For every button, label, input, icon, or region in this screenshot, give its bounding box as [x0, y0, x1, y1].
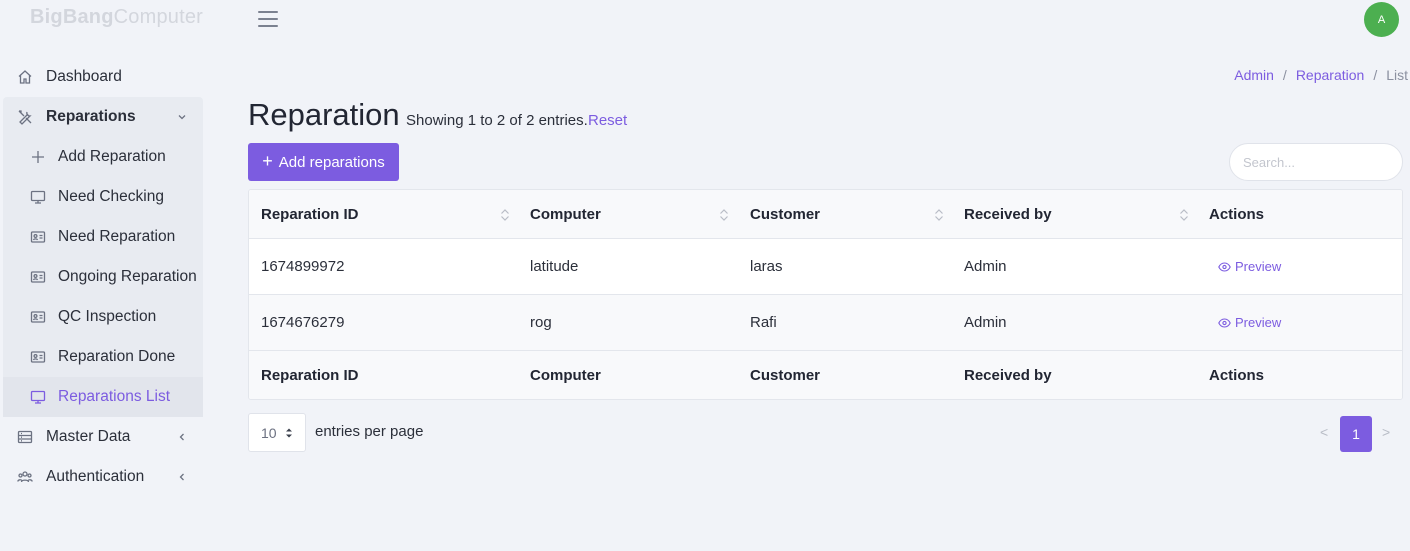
column-header-customer[interactable]: Customer — [750, 190, 820, 238]
tools-icon — [18, 110, 32, 125]
preview-label: Preview — [1235, 315, 1282, 330]
sidebar-item-reparations-list[interactable]: Reparations List — [3, 377, 203, 417]
per-page-value: 10 — [261, 424, 277, 441]
monitor-icon — [30, 190, 46, 204]
per-page-select[interactable]: 10 — [248, 413, 306, 452]
menu-toggle-icon[interactable] — [258, 11, 278, 27]
footer-customer: Customer — [750, 367, 821, 384]
footer-computer: Computer — [530, 367, 601, 384]
eye-icon — [1218, 261, 1231, 272]
plus-icon: + — [262, 151, 273, 171]
sidebar-item-label: Reparation Done — [58, 348, 176, 365]
sidebar-item-label: Need Reparation — [58, 228, 176, 245]
table-footer-row: Reparation ID Computer Customer Received… — [249, 351, 1402, 399]
sidebar-item-label: Reparations — [46, 108, 136, 125]
sidebar-item-authentication[interactable]: Authentication — [0, 457, 205, 497]
chevron-left-icon — [179, 433, 184, 441]
table-row: 1674676279 rog Rafi Admin Preview — [249, 295, 1402, 351]
id-card-icon — [30, 231, 46, 243]
plus-icon — [32, 151, 44, 163]
footer-received-by: Received by — [964, 367, 1052, 384]
sidebar-item-label: Need Checking — [58, 188, 164, 205]
per-page-label: entries per page — [315, 423, 424, 440]
breadcrumb-reparation[interactable]: Reparation — [1296, 67, 1365, 83]
sort-icon[interactable] — [1179, 208, 1189, 222]
sort-icon[interactable] — [934, 208, 944, 222]
preview-button[interactable]: Preview — [1218, 295, 1281, 350]
sidebar-item-reparation-done[interactable]: Reparation Done — [3, 337, 203, 377]
reset-link[interactable]: Reset — [588, 112, 627, 129]
table-row: 1674899972 latitude laras Admin Preview — [249, 239, 1402, 295]
sidebar-item-dashboard[interactable]: Dashboard — [0, 57, 205, 97]
users-icon — [17, 471, 33, 483]
cell-computer: latitude — [530, 258, 579, 275]
sidebar: Dashboard Reparations Add Reparation Nee… — [0, 57, 205, 497]
pagination-page-1[interactable]: 1 — [1340, 416, 1372, 452]
search-input[interactable] — [1229, 143, 1403, 181]
breadcrumb-admin[interactable]: Admin — [1234, 67, 1274, 83]
select-arrows-icon — [286, 428, 292, 438]
logo-rest-text: Computer — [113, 6, 204, 28]
preview-label: Preview — [1235, 259, 1282, 274]
column-header-actions: Actions — [1209, 205, 1265, 223]
sidebar-item-master-data[interactable]: Master Data — [0, 417, 205, 457]
reparations-table: Reparation ID Computer Customer Received… — [248, 189, 1403, 400]
cell-computer: rog — [530, 314, 552, 331]
chevron-down-icon — [178, 115, 186, 120]
sidebar-item-label: Ongoing Reparation — [58, 268, 197, 285]
id-card-icon — [30, 271, 46, 283]
entries-summary: Showing 1 to 2 of 2 entries. — [406, 112, 588, 129]
sidebar-item-ongoing-reparation[interactable]: Ongoing Reparation — [3, 257, 203, 297]
column-header-received-by[interactable]: Received by — [964, 190, 1052, 238]
pagination-next-button[interactable]: > — [1382, 424, 1390, 440]
sidebar-item-label: Master Data — [46, 428, 131, 445]
id-card-icon — [30, 311, 46, 323]
cell-customer: Rafi — [750, 314, 777, 331]
sidebar-item-qc-inspection[interactable]: QC Inspection — [3, 297, 203, 337]
add-reparations-label: Add reparations — [278, 153, 385, 171]
monitor-icon — [30, 390, 46, 404]
cell-reparation-id: 1674899972 — [261, 258, 345, 275]
sidebar-item-need-checking[interactable]: Need Checking — [3, 177, 203, 217]
app-logo[interactable]: BigBangComputer — [30, 6, 203, 29]
sidebar-item-need-reparation[interactable]: Need Reparation — [3, 217, 203, 257]
cell-customer: laras — [750, 258, 783, 275]
pagination-prev-button[interactable]: < — [1320, 424, 1328, 440]
home-icon — [18, 70, 32, 84]
breadcrumb-separator: / — [1373, 67, 1378, 83]
sort-icon[interactable] — [719, 208, 729, 222]
sidebar-item-add-reparation[interactable]: Add Reparation — [3, 137, 203, 177]
cell-received-by: Admin — [964, 258, 1007, 275]
sidebar-item-label: QC Inspection — [58, 308, 157, 325]
sidebar-item-label: Reparations List — [58, 388, 171, 405]
breadcrumb: Admin / Reparation / List — [1234, 67, 1408, 83]
footer-actions: Actions — [1209, 367, 1265, 384]
table-header-row: Reparation ID Computer Customer Received… — [249, 190, 1402, 239]
database-icon — [17, 430, 33, 444]
column-header-reparation-id[interactable]: Reparation ID — [261, 190, 359, 238]
sidebar-item-label: Add Reparation — [58, 148, 166, 165]
page-title: Reparation — [248, 97, 400, 132]
sort-icon[interactable] — [500, 208, 510, 222]
sidebar-item-label: Dashboard — [46, 68, 122, 85]
column-header-computer[interactable]: Computer — [530, 190, 601, 238]
sidebar-item-reparations[interactable]: Reparations — [3, 97, 203, 137]
avatar[interactable]: A — [1364, 2, 1399, 37]
reparations-menu-group: Reparations Add Reparation Need Checking… — [3, 97, 203, 417]
footer-reparation-id: Reparation ID — [261, 367, 359, 384]
chevron-left-icon — [179, 473, 184, 481]
cell-reparation-id: 1674676279 — [261, 314, 345, 331]
breadcrumb-separator: / — [1282, 67, 1287, 83]
cell-received-by: Admin — [964, 314, 1007, 331]
preview-button[interactable]: Preview — [1218, 239, 1281, 294]
breadcrumb-current: List — [1386, 67, 1408, 83]
id-card-icon — [30, 351, 46, 363]
eye-icon — [1218, 317, 1231, 328]
add-reparations-button[interactable]: + Add reparations — [248, 143, 399, 181]
sidebar-item-label: Authentication — [46, 468, 145, 485]
logo-bold-text: BigBang — [30, 6, 114, 28]
